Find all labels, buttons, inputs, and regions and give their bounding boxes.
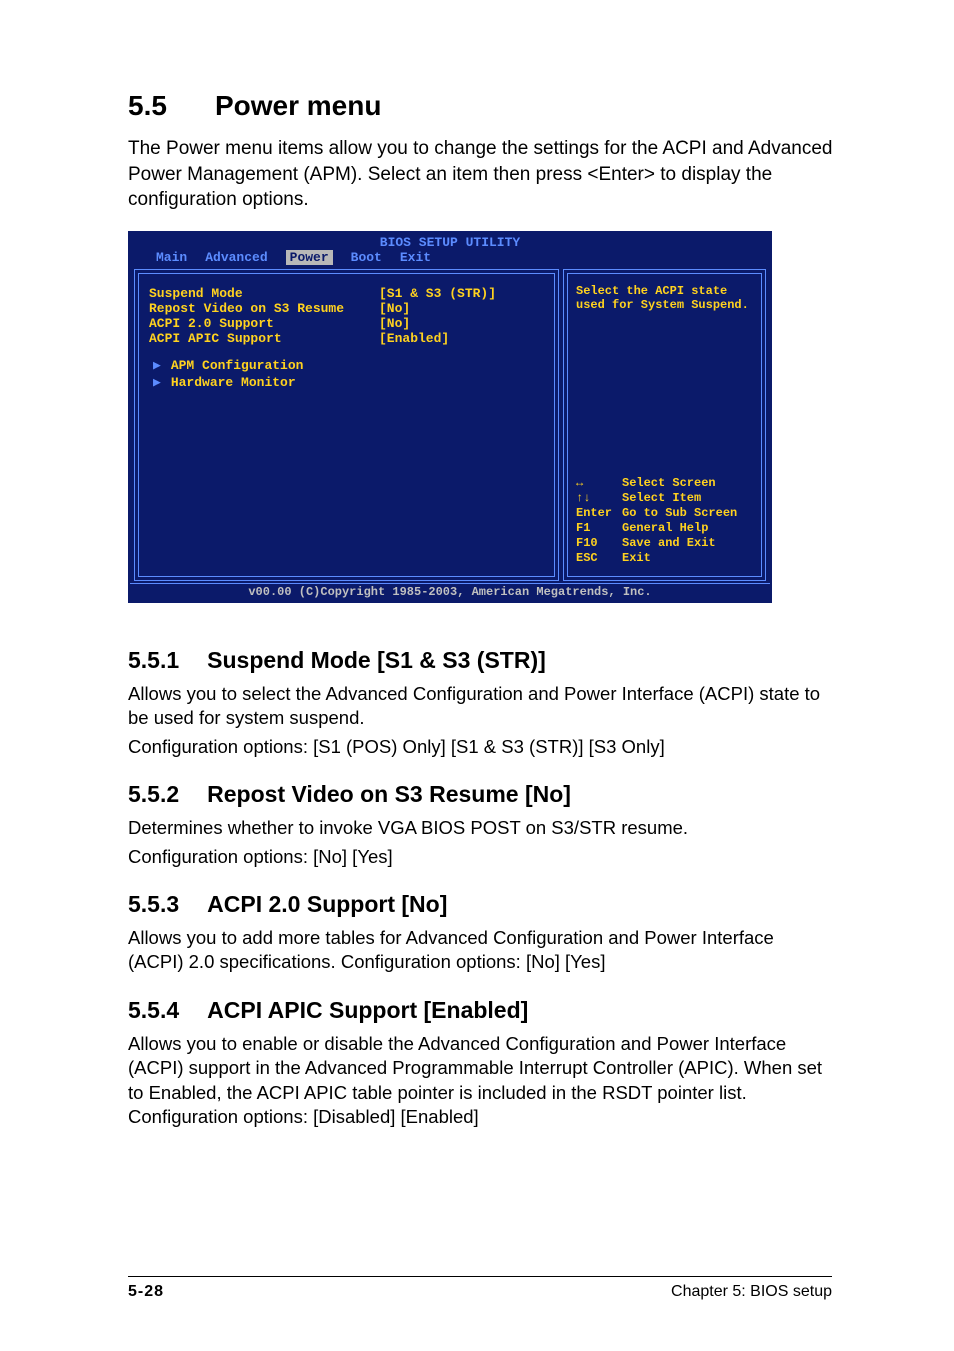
section-heading: 5.5 Power menu: [128, 90, 834, 122]
bios-submenu-apm[interactable]: ▶ APM Configuration: [153, 358, 544, 373]
subsection-number: 5.5.1: [128, 647, 179, 674]
bios-key: ESC: [576, 551, 622, 566]
bios-screenshot: BIOS SETUP UTILITY Main Advanced Power B…: [128, 231, 772, 603]
bios-body: Suspend Mode [S1 & S3 (STR)] Repost Vide…: [130, 267, 770, 583]
section-intro: The Power menu items allow you to change…: [128, 136, 834, 213]
bios-key-legend: ↔Select Screen ↑↓Select Item EnterGo to …: [576, 476, 753, 566]
page-footer: 5-28 Chapter 5: BIOS setup: [128, 1276, 832, 1301]
bios-tab-boot[interactable]: Boot: [351, 250, 382, 265]
bios-item-value: [S1 & S3 (STR)]: [379, 286, 496, 301]
bios-item-label: Repost Video on S3 Resume: [149, 301, 379, 316]
subsection-title: Repost Video on S3 Resume [No]: [207, 781, 571, 807]
bios-submenu-group: ▶ APM Configuration ▶ Hardware Monitor: [149, 358, 544, 390]
bios-submenu-hardware-monitor[interactable]: ▶ Hardware Monitor: [153, 375, 544, 390]
bios-item-suspend-mode[interactable]: Suspend Mode [S1 & S3 (STR)]: [149, 286, 544, 301]
bios-key-row: F10Save and Exit: [576, 536, 753, 551]
bios-tab-exit[interactable]: Exit: [400, 250, 431, 265]
bios-key-row: ↔Select Screen: [576, 476, 753, 491]
page-number: 5-28: [128, 1283, 164, 1301]
bios-context-help: Select the ACPI state used for System Su…: [576, 284, 753, 313]
subsection-body: Configuration options: [No] [Yes]: [128, 845, 834, 869]
subsection-heading: 5.5.1 Suspend Mode [S1 & S3 (STR)]: [128, 647, 834, 674]
bios-key-action: Exit: [622, 551, 651, 566]
subsection-heading: 5.5.3 ACPI 2.0 Support [No]: [128, 891, 834, 918]
bios-key-action: Select Screen: [622, 476, 716, 491]
bios-key-action: Go to Sub Screen: [622, 506, 737, 521]
bios-item-value: [Enabled]: [379, 331, 449, 346]
bios-key-row: ESCExit: [576, 551, 753, 566]
bios-copyright: v00.00 (C)Copyright 1985-2003, American …: [130, 583, 770, 601]
section-title-text: Power menu: [215, 90, 381, 121]
subsection-number: 5.5.3: [128, 891, 179, 918]
subsection-body: Determines whether to invoke VGA BIOS PO…: [128, 816, 834, 840]
bios-help-panel-outer: Select the ACPI state used for System Su…: [563, 269, 766, 581]
document-page: 5.5 Power menu The Power menu items allow…: [0, 0, 954, 1351]
subsection-number: 5.5.2: [128, 781, 179, 808]
triangle-right-icon: ▶: [153, 375, 161, 390]
subsection-heading: 5.5.2 Repost Video on S3 Resume [No]: [128, 781, 834, 808]
bios-item-value: [No]: [379, 301, 410, 316]
subsection-body: Allows you to select the Advanced Config…: [128, 682, 834, 731]
subsection-title: ACPI 2.0 Support [No]: [207, 891, 447, 917]
section-number: 5.5: [128, 90, 167, 122]
subsection-heading: 5.5.4 ACPI APIC Support [Enabled]: [128, 997, 834, 1024]
bios-title: BIOS SETUP UTILITY: [130, 233, 770, 250]
bios-key-row: F1General Help: [576, 521, 753, 536]
bios-item-label: Suspend Mode: [149, 286, 379, 301]
bios-item-acpi-apic[interactable]: ACPI APIC Support [Enabled]: [149, 331, 544, 346]
bios-main-panel: Suspend Mode [S1 & S3 (STR)] Repost Vide…: [138, 273, 555, 577]
bios-item-label: ACPI 2.0 Support: [149, 316, 379, 331]
subsection-body: Allows you to enable or disable the Adva…: [128, 1032, 834, 1130]
bios-tab-bar: Main Advanced Power Boot Exit: [130, 250, 770, 267]
bios-submenu-label: APM Configuration: [171, 358, 304, 373]
bios-key-row: ↑↓Select Item: [576, 491, 753, 506]
subsection-body: Allows you to add more tables for Advanc…: [128, 926, 834, 975]
bios-item-value: [No]: [379, 316, 410, 331]
bios-item-label: ACPI APIC Support: [149, 331, 379, 346]
bios-key: F1: [576, 521, 622, 536]
bios-tab-power[interactable]: Power: [286, 250, 333, 265]
bios-key: F10: [576, 536, 622, 551]
subsection-title: Suspend Mode [S1 & S3 (STR)]: [207, 647, 546, 673]
subsection-body: Configuration options: [S1 (POS) Only] […: [128, 735, 834, 759]
bios-key-row: EnterGo to Sub Screen: [576, 506, 753, 521]
bios-key-action: General Help: [622, 521, 708, 536]
bios-main-panel-outer: Suspend Mode [S1 & S3 (STR)] Repost Vide…: [134, 269, 559, 581]
chapter-label: Chapter 5: BIOS setup: [671, 1283, 832, 1301]
subsection-title: ACPI APIC Support [Enabled]: [207, 997, 528, 1023]
triangle-right-icon: ▶: [153, 358, 161, 373]
bios-tab-advanced[interactable]: Advanced: [205, 250, 267, 265]
bios-key-action: Save and Exit: [622, 536, 716, 551]
bios-key: ↔: [576, 476, 622, 491]
bios-key-action: Select Item: [622, 491, 701, 506]
bios-tab-main[interactable]: Main: [156, 250, 187, 265]
bios-submenu-label: Hardware Monitor: [171, 375, 296, 390]
bios-help-panel: Select the ACPI state used for System Su…: [567, 273, 762, 577]
bios-item-acpi-20[interactable]: ACPI 2.0 Support [No]: [149, 316, 544, 331]
subsection-number: 5.5.4: [128, 997, 179, 1024]
bios-key: ↑↓: [576, 491, 622, 506]
bios-item-repost-video[interactable]: Repost Video on S3 Resume [No]: [149, 301, 544, 316]
bios-key: Enter: [576, 506, 622, 521]
